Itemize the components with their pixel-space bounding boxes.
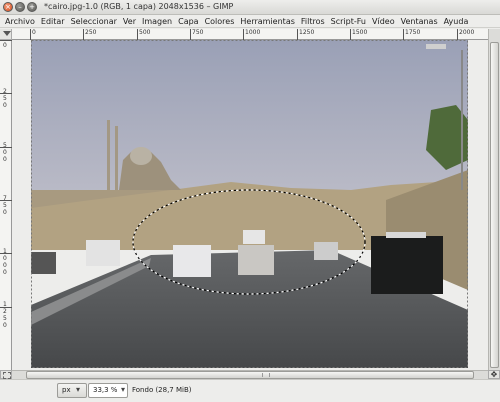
ruler-label: 0	[3, 156, 7, 163]
horizontal-ruler[interactable]: 0 250 500 750 1000 1250 1500 1750 2000	[12, 29, 488, 40]
navigate-icon[interactable]: ✥	[488, 370, 500, 379]
ruler-tick	[30, 29, 31, 40]
menu-imagen[interactable]: Imagen	[139, 17, 175, 26]
chevron-down-icon: ▾	[76, 385, 81, 394]
ruler-tick	[297, 29, 298, 40]
minimize-icon[interactable]: –	[15, 2, 25, 12]
ruler-label: 5	[3, 315, 7, 322]
vertical-scroll-thumb[interactable]	[490, 42, 499, 368]
window-title: *cairo.jpg-1.0 (RGB, 1 capa) 2048x1536 –…	[44, 2, 234, 11]
ruler-label: 0	[3, 149, 7, 156]
ruler-label: 0	[3, 262, 7, 269]
unit-dropdown[interactable]: px ▾	[57, 383, 87, 398]
ruler-label: 0	[3, 269, 7, 276]
taxi-roof	[386, 232, 426, 238]
menu-editar[interactable]: Editar	[38, 17, 68, 26]
ruler-label: 1250	[299, 29, 315, 36]
ruler-tick	[403, 29, 404, 40]
horizontal-scroll-thumb[interactable]	[26, 371, 474, 379]
ruler-label: 0	[3, 255, 7, 262]
ruler-tick	[0, 147, 12, 148]
street-lamp	[461, 50, 463, 190]
menu-ver[interactable]: Ver	[120, 17, 139, 26]
zoom-value: 33,3 %	[93, 386, 118, 394]
ruler-label: 500	[139, 29, 151, 36]
ruler-tick	[0, 253, 12, 254]
ruler-tick	[243, 29, 244, 40]
ruler-menu-icon[interactable]	[0, 29, 12, 40]
ruler-label: 0	[3, 102, 7, 109]
menu-script-fu[interactable]: Script-Fu	[328, 17, 369, 26]
minaret	[107, 120, 110, 190]
ruler-tick	[0, 307, 12, 308]
maximize-icon[interactable]: +	[27, 2, 37, 12]
car	[31, 252, 56, 274]
ruler-tick	[0, 93, 12, 94]
ruler-tick	[350, 29, 351, 40]
vertical-ruler[interactable]: 0 2 5 0 5 0 0 7 5 0 1 0 0 0 1 2 5 0	[0, 40, 12, 370]
menu-ventanas[interactable]: Ventanas	[398, 17, 441, 26]
ruler-label: 2000	[459, 29, 475, 36]
ruler-label: 0	[3, 42, 7, 49]
car	[371, 236, 443, 294]
ruler-tick	[83, 29, 84, 40]
ruler-label: 2	[3, 308, 7, 315]
ruler-label: 0	[32, 29, 36, 36]
bus	[243, 230, 265, 244]
menu-capa[interactable]: Capa	[175, 17, 201, 26]
minaret	[115, 126, 118, 190]
unit-value: px	[62, 386, 71, 394]
ruler-label: 750	[192, 29, 204, 36]
menu-ayuda[interactable]: Ayuda	[441, 17, 472, 26]
ruler-label: 5	[3, 95, 7, 102]
ruler-label: 1500	[352, 29, 368, 36]
status-bar: px ▾ 33,3 % ▾ Fondo (28,7 MiB)	[0, 379, 500, 402]
ruler-label: 0	[3, 322, 7, 329]
scroll-grip-icon	[262, 373, 270, 377]
car	[173, 245, 211, 277]
chevron-down-icon: ▾	[121, 385, 126, 394]
zoom-dropdown[interactable]: 33,3 % ▾	[88, 383, 128, 398]
quick-mask-icon[interactable]	[0, 370, 12, 379]
menu-filtros[interactable]: Filtros	[298, 17, 328, 26]
menu-seleccionar[interactable]: Seleccionar	[68, 17, 120, 26]
menu-video[interactable]: Vídeo	[369, 17, 398, 26]
car	[238, 245, 274, 275]
menu-archivo[interactable]: Archivo	[2, 17, 38, 26]
street-lamp-head	[426, 44, 446, 49]
mosque-dome	[130, 147, 152, 165]
ruler-tick	[190, 29, 191, 40]
menu-colores[interactable]: Colores	[202, 17, 238, 26]
ruler-label: 5	[3, 202, 7, 209]
ruler-label: 0	[3, 209, 7, 216]
ruler-label: 1000	[245, 29, 261, 36]
menu-bar: Archivo Editar Seleccionar Ver Imagen Ca…	[0, 15, 500, 28]
ruler-label: 1750	[405, 29, 421, 36]
menu-herramientas[interactable]: Herramientas	[237, 17, 298, 26]
car	[314, 242, 338, 260]
vertical-scrollbar[interactable]	[488, 29, 500, 370]
ruler-tick	[457, 29, 458, 40]
status-message: Fondo (28,7 MiB)	[132, 386, 192, 394]
close-icon[interactable]: ×	[3, 2, 13, 12]
ruler-tick	[0, 40, 12, 41]
ruler-label: 250	[85, 29, 97, 36]
car	[86, 240, 120, 266]
ruler-tick	[0, 200, 12, 201]
title-bar: × – + *cairo.jpg-1.0 (RGB, 1 capa) 2048x…	[0, 0, 500, 15]
image-canvas[interactable]	[12, 40, 488, 370]
cairo-photo[interactable]	[31, 40, 468, 368]
ruler-tick	[137, 29, 138, 40]
horizontal-scrollbar[interactable]	[12, 370, 488, 379]
